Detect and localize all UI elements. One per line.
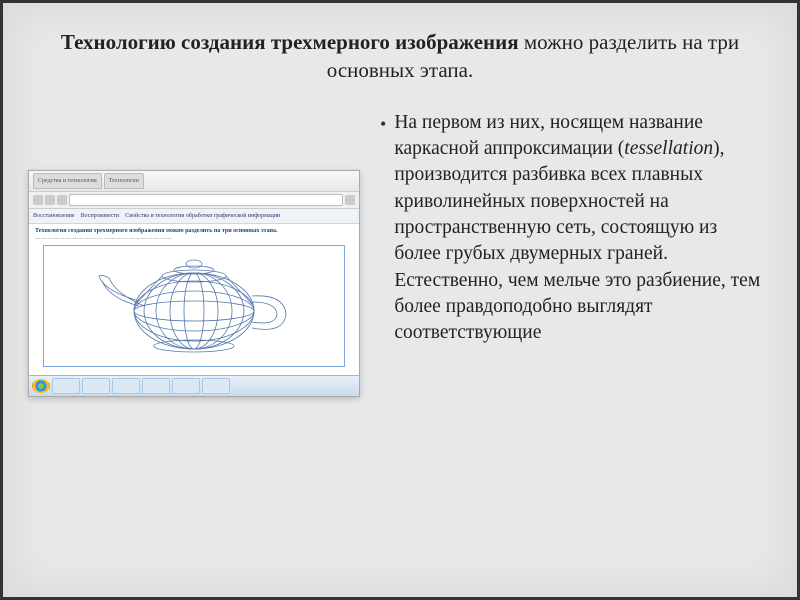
title-bold: Технологию создания трехмерного изображе… (61, 30, 519, 54)
page-subtext: — — — — — — — — — — — — — — — — — — — — … (35, 237, 353, 242)
bullet-item: • На первом из них, носящем название кар… (380, 110, 767, 347)
browser-tab: Средства и технологии (33, 173, 102, 189)
browser-toolbar: Восстановление Воспроизвести Свойства и … (29, 209, 359, 224)
taskbar-item (82, 378, 110, 394)
address-field (69, 194, 343, 206)
taskbar-item (172, 378, 200, 394)
taskbar-item (112, 378, 140, 394)
page-heading: Технология создания трехмерного изображе… (35, 228, 353, 234)
slide-title: Технологию создания трехмерного изображе… (3, 3, 797, 100)
bullet-part-2: ), производится разбивка всех плавных кр… (394, 138, 760, 343)
toolbar-item: Воспроизвести (81, 213, 120, 219)
teapot-wireframe-box (43, 245, 345, 367)
browser-tabbar: Средства и технологии Технологии (29, 171, 359, 192)
browser-page: Технология создания трехмерного изображе… (29, 224, 359, 387)
left-column: Средства и технологии Технологии Восстан… (28, 110, 360, 397)
browser-tab: Технологии (104, 173, 144, 189)
toolbar-item: Восстановление (33, 213, 75, 219)
bullet-em: tessellation (624, 138, 713, 159)
reload-icon (57, 195, 67, 205)
toolbar-item: Свойства и технологии обработки графичес… (125, 213, 280, 219)
forward-icon (45, 195, 55, 205)
start-button-icon (32, 379, 50, 393)
content-row: Средства и технологии Технологии Восстан… (3, 100, 797, 397)
menu-icon (345, 195, 355, 205)
browser-screenshot: Средства и технологии Технологии Восстан… (28, 170, 360, 397)
taskbar-item (142, 378, 170, 394)
slide-frame: Технологию создания трехмерного изображе… (0, 0, 800, 600)
right-column: • На первом из них, носящем название кар… (375, 110, 767, 397)
windows-taskbar (29, 375, 359, 396)
browser-address-bar (29, 192, 359, 209)
taskbar-item (202, 378, 230, 394)
bullet-text: На первом из них, носящем название карка… (394, 110, 767, 347)
back-icon (33, 195, 43, 205)
bullet-dot-icon: • (380, 112, 386, 137)
taskbar-item (52, 378, 80, 394)
teapot-wireframe-icon (44, 246, 344, 364)
